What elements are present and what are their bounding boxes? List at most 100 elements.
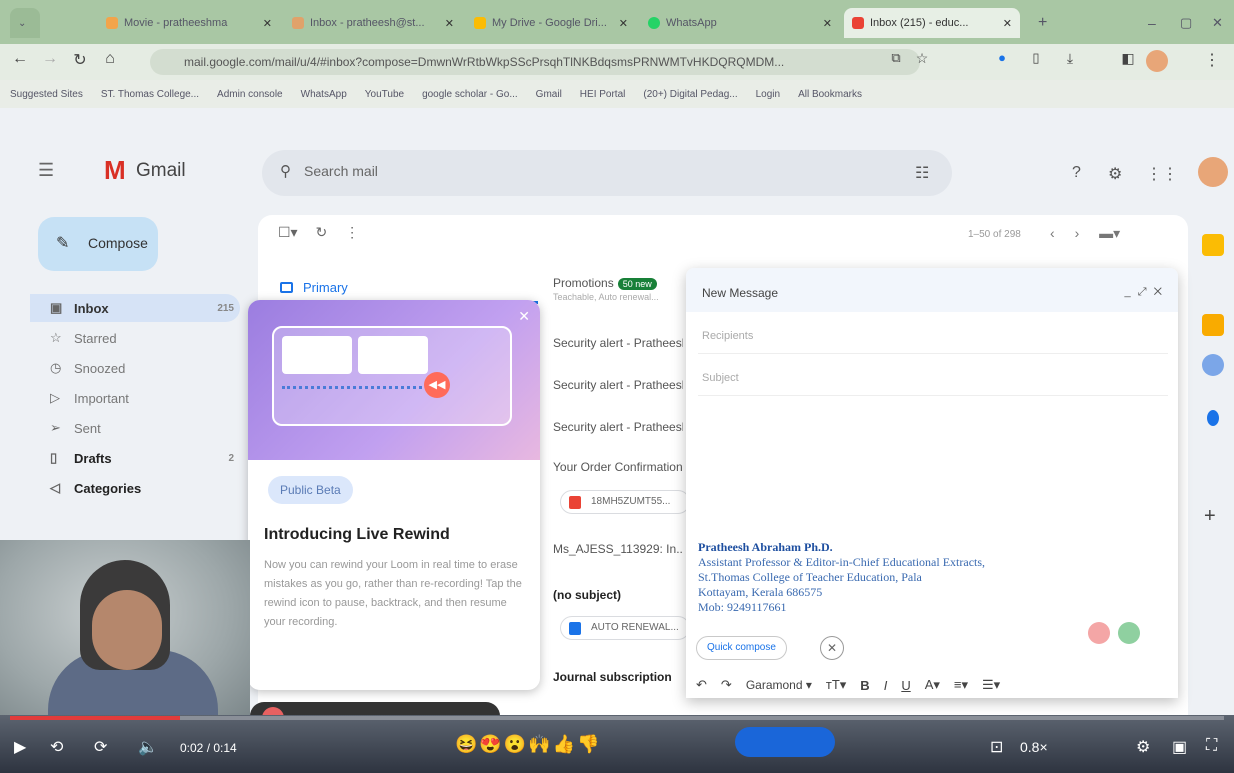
sidepanel-icon[interactable]: ◧ xyxy=(1116,50,1140,67)
tab-whatsapp[interactable]: WhatsApp ✕ xyxy=(640,8,840,38)
next-page-icon[interactable]: › xyxy=(1075,225,1080,241)
prev-page-icon[interactable]: ‹ xyxy=(1050,225,1055,241)
font-size-icon[interactable]: тT▾ xyxy=(826,677,846,693)
align-icon[interactable]: ≡▾ xyxy=(954,677,968,693)
minimize-icon[interactable]: – xyxy=(1140,8,1170,38)
search-icon[interactable]: ⚲ xyxy=(280,162,291,180)
refresh-icon[interactable]: ↻ xyxy=(315,224,327,240)
email-signature[interactable]: Pratheesh Abraham Ph.D. Assistant Profes… xyxy=(698,540,985,615)
bookmark-item[interactable]: google scholar - Go... xyxy=(422,89,518,100)
mail-row[interactable]: Your Order Confirmation xyxy=(553,460,683,474)
tasks-icon[interactable] xyxy=(1202,354,1224,376)
font-select[interactable]: Garamond ▾ xyxy=(746,678,812,692)
extensions-puzzle-icon[interactable]: ▯ xyxy=(1024,50,1048,66)
keyboard-icon[interactable]: ▬▾ xyxy=(1099,225,1120,241)
close-icon[interactable]: ✕ xyxy=(1154,286,1164,298)
home-icon[interactable]: ⌂ xyxy=(98,50,122,68)
install-icon[interactable]: ⧉ xyxy=(884,50,908,66)
list-icon[interactable]: ☰▾ xyxy=(982,677,1000,693)
text-color-icon[interactable]: A▾ xyxy=(925,677,940,693)
menu-icon[interactable]: ⋮ xyxy=(1200,50,1224,70)
window-close-icon[interactable]: ✕ xyxy=(1204,8,1232,38)
ai-assist-icon[interactable] xyxy=(1118,622,1140,644)
quick-compose-button[interactable]: Quick compose xyxy=(696,636,787,660)
reaction-emojis[interactable]: 😆😍😮🙌👍👎 xyxy=(455,734,601,755)
mail-row[interactable]: (no subject) xyxy=(553,588,683,602)
expand-icon[interactable]: ⤢ xyxy=(1138,286,1149,298)
fullscreen-icon[interactable]: ⛶ xyxy=(1206,737,1217,755)
mail-row[interactable]: Security alert - Pratheesh xyxy=(553,378,683,392)
close-icon[interactable]: ✕ xyxy=(445,17,454,30)
tab-movie[interactable]: Movie - pratheeshma ✕ xyxy=(98,8,280,38)
tab-promotions[interactable]: Promotions 50 new xyxy=(553,276,657,290)
account-avatar[interactable] xyxy=(1198,157,1228,187)
tab-primary[interactable]: Primary xyxy=(280,280,348,295)
undo-icon[interactable]: ↶ xyxy=(696,677,707,693)
mail-row[interactable]: Journal subscription xyxy=(553,670,683,684)
tab-inbox-st[interactable]: Inbox - pratheesh@st... ✕ xyxy=(284,8,462,38)
download-icon[interactable]: ⤓ xyxy=(1058,50,1082,67)
ai-assist-icon[interactable] xyxy=(1088,622,1110,644)
close-icon[interactable]: ✕ xyxy=(823,17,832,30)
sidebar-item-categories[interactable]: ◁ Categories xyxy=(30,474,240,502)
bookmark-item[interactable]: Admin console xyxy=(217,89,283,100)
attachment-chip[interactable]: 18MH5ZUMT55... xyxy=(560,490,690,514)
reload-icon[interactable]: ↻ xyxy=(68,50,92,70)
main-menu-icon[interactable]: ☰ xyxy=(38,160,54,181)
mail-row[interactable]: Security alert - Pratheesh xyxy=(553,420,683,434)
bookmark-item[interactable]: HEI Portal xyxy=(580,89,626,100)
new-tab-button[interactable]: + xyxy=(1030,8,1060,38)
redo-icon[interactable]: ↷ xyxy=(721,677,732,693)
close-icon[interactable]: ✕ xyxy=(263,17,272,30)
calendar-icon[interactable] xyxy=(1202,234,1224,256)
close-icon[interactable]: ✕ xyxy=(820,636,844,660)
compose-header[interactable]: New Message xyxy=(686,268,1178,312)
select-checkbox[interactable]: ☐▾ xyxy=(278,224,298,240)
sidebar-item-starred[interactable]: ☆ Starred xyxy=(30,324,240,352)
close-icon[interactable]: ✕ xyxy=(518,308,530,325)
subject-field[interactable]: Subject xyxy=(698,358,1168,396)
play-icon[interactable]: ▶ xyxy=(14,737,26,757)
bookmark-item[interactable]: All Bookmarks xyxy=(798,89,862,100)
mail-row[interactable]: Ms_AJESS_113929: In... xyxy=(553,542,683,556)
bookmark-item[interactable]: WhatsApp xyxy=(301,89,347,100)
bookmark-item[interactable]: Suggested Sites xyxy=(10,89,83,100)
sidebar-item-important[interactable]: ▷ Important xyxy=(30,384,240,412)
forward-icon[interactable]: → xyxy=(38,50,62,68)
playback-speed[interactable]: 0.8× xyxy=(1020,739,1048,755)
tab-search-button[interactable]: ⌄ xyxy=(10,8,40,38)
keep-icon[interactable] xyxy=(1202,314,1224,336)
sidebar-item-inbox[interactable]: ▣ Inbox 215 xyxy=(30,294,240,322)
italic-icon[interactable]: I xyxy=(884,678,888,693)
sidebar-item-sent[interactable]: ➢ Sent xyxy=(30,414,240,442)
video-progress-track[interactable] xyxy=(10,716,1224,720)
maximize-icon[interactable]: ▢ xyxy=(1172,8,1202,38)
add-addon-icon[interactable]: + xyxy=(1204,505,1216,528)
help-icon[interactable]: ? xyxy=(1072,164,1081,182)
contacts-icon[interactable] xyxy=(1207,410,1219,426)
volume-icon[interactable]: 🔈 xyxy=(138,737,158,757)
close-icon[interactable]: ✕ xyxy=(1003,17,1012,30)
bookmark-item[interactable]: Login xyxy=(756,89,780,100)
settings-gear-icon[interactable]: ⚙ xyxy=(1136,737,1150,757)
extension-icon[interactable]: ● xyxy=(990,50,1014,65)
forward-icon[interactable]: ⟳ xyxy=(94,737,107,757)
more-icon[interactable]: ⋮ xyxy=(345,224,359,240)
captions-icon[interactable]: ⊡ xyxy=(990,737,1003,757)
tab-gmail-inbox[interactable]: Inbox (215) - educ... ✕ xyxy=(844,8,1020,38)
back-icon[interactable]: ← xyxy=(8,50,32,68)
address-bar[interactable]: mail.google.com/mail/u/4/#inbox?compose=… xyxy=(150,49,920,75)
bookmark-item[interactable]: Gmail xyxy=(536,89,562,100)
close-icon[interactable]: ✕ xyxy=(619,17,628,30)
rewind-icon[interactable]: ⟲ xyxy=(50,737,63,757)
cta-button[interactable] xyxy=(735,727,835,757)
picture-in-picture-icon[interactable]: ▣ xyxy=(1172,737,1187,757)
bold-icon[interactable]: B xyxy=(860,678,869,693)
bookmark-item[interactable]: (20+) Digital Pedag... xyxy=(643,89,737,100)
apps-grid-icon[interactable]: ⋮⋮ xyxy=(1146,164,1178,184)
underline-icon[interactable]: U xyxy=(901,678,910,693)
tab-drive[interactable]: My Drive - Google Dri... ✕ xyxy=(466,8,636,38)
settings-gear-icon[interactable]: ⚙ xyxy=(1108,164,1122,184)
sidebar-item-snoozed[interactable]: ◷ Snoozed xyxy=(30,354,240,382)
gmail-logo[interactable]: Gmail xyxy=(136,160,186,182)
